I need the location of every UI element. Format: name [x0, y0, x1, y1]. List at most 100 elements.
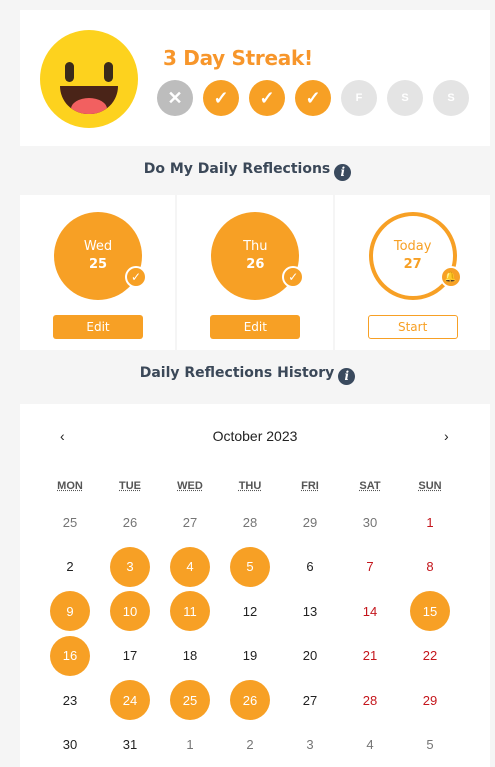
calendar-day-number: 20	[302, 648, 318, 664]
calendar-day[interactable]: 4	[340, 723, 400, 767]
calendar-day[interactable]: 16	[40, 634, 100, 679]
calendar-day[interactable]: 3	[100, 545, 160, 590]
calendar-day[interactable]: 1	[400, 500, 460, 545]
calendar-day[interactable]: 28	[220, 500, 280, 545]
smiley-face-icon	[40, 30, 138, 128]
reflection-day-name: Wed	[83, 239, 113, 254]
calendar-day[interactable]: 27	[160, 500, 220, 545]
calendar-day[interactable]: 13	[280, 589, 340, 634]
calendar-day-number: 9	[50, 591, 90, 632]
weekday-label: SUN	[418, 480, 442, 492]
calendar-day-number: 22	[422, 648, 438, 664]
edit-button[interactable]: Edit	[53, 315, 143, 339]
streak-title: 3 Day Streak!	[163, 46, 313, 70]
calendar-day[interactable]: 4	[160, 545, 220, 590]
calendar-day[interactable]: 30	[40, 723, 100, 767]
daily-reflections-title: Do My Daily Reflections	[143, 161, 331, 177]
calendar-day[interactable]: 3	[280, 723, 340, 767]
daily-reflections-row: Wed 25 ✓ Edit Thu 26 ✓ Edit Today 27 🔔 S…	[20, 195, 490, 350]
edit-button[interactable]: Edit	[210, 315, 301, 339]
calendar-day-number: 26	[230, 680, 270, 721]
calendar-day-number: 30	[62, 737, 78, 753]
bell-icon: 🔔	[439, 266, 462, 288]
calendar-day[interactable]: 23	[40, 678, 100, 723]
reflection-card-today: Today 27 🔔 Start	[334, 195, 490, 350]
reflection-day-circle[interactable]: Today 27	[368, 212, 457, 300]
reflection-day-name: Today	[393, 239, 432, 254]
streak-card: 3 Day Streak! ✕ ✓ ✓ ✓ F S S	[20, 10, 490, 146]
calendar-day[interactable]: 30	[340, 500, 400, 545]
next-month-button[interactable]: ›	[444, 428, 449, 444]
calendar-day[interactable]: 19	[220, 634, 280, 679]
calendar-day-number: 4	[170, 546, 210, 587]
calendar-day-number: 24	[110, 680, 150, 721]
calendar-day[interactable]: 29	[400, 678, 460, 723]
calendar-day-number: 27	[182, 514, 198, 530]
streak-day-done-check-icon: ✓	[203, 80, 239, 116]
calendar-day[interactable]: 18	[160, 634, 220, 679]
calendar-day[interactable]: 22	[400, 634, 460, 679]
daily-reflections-heading: Do My Daily Reflections i	[0, 161, 495, 181]
calendar-day-number: 16	[50, 635, 90, 676]
calendar-day[interactable]: 26	[100, 500, 160, 545]
reflection-card-thu: Thu 26 ✓ Edit	[177, 195, 333, 350]
calendar-day[interactable]: 27	[280, 678, 340, 723]
streak-day-done-check-icon: ✓	[249, 80, 285, 116]
calendar-day[interactable]: 17	[100, 634, 160, 679]
calendar-day-number: 2	[66, 559, 74, 575]
calendar-day[interactable]: 10	[100, 589, 160, 634]
streak-day-future: S	[433, 80, 469, 116]
calendar-day-number: 18	[182, 648, 198, 664]
calendar-day[interactable]: 1	[160, 723, 220, 767]
calendar-day[interactable]: 25	[40, 500, 100, 545]
weekday-label: WED	[177, 480, 203, 492]
calendar-day[interactable]: 25	[160, 678, 220, 723]
info-icon[interactable]: i	[338, 367, 356, 385]
calendar-month-label: October 2023	[212, 428, 298, 444]
calendar-day[interactable]: 9	[40, 589, 100, 634]
calendar-day[interactable]: 28	[340, 678, 400, 723]
history-title: Daily Reflections History	[139, 365, 335, 381]
start-button[interactable]: Start	[367, 315, 458, 339]
calendar-day-number: 19	[242, 648, 258, 664]
calendar-day-number: 31	[122, 737, 138, 753]
calendar-day[interactable]: 24	[100, 678, 160, 723]
calendar-day[interactable]: 5	[220, 545, 280, 590]
calendar-day[interactable]: 11	[160, 589, 220, 634]
weekday-label: FRI	[301, 480, 319, 492]
calendar: ‹ October 2023 › MON TUE WED THU FRI SAT SUN 2…	[20, 404, 490, 767]
calendar-day-number: 5	[230, 546, 270, 587]
reflection-day-circle[interactable]: Thu 26	[211, 212, 300, 300]
calendar-day[interactable]: 6	[280, 545, 340, 590]
calendar-day[interactable]: 15	[400, 589, 460, 634]
calendar-day-number: 17	[122, 648, 138, 664]
history-heading: Daily Reflections History i	[0, 365, 495, 385]
calendar-day[interactable]: 26	[220, 678, 280, 723]
calendar-day[interactable]: 5	[400, 723, 460, 767]
calendar-day-number: 13	[302, 603, 318, 619]
check-icon: ✓	[125, 266, 147, 288]
calendar-day-number: 4	[366, 737, 374, 753]
streak-day-future: S	[387, 80, 423, 116]
streak-day-missed-x-icon: ✕	[157, 80, 193, 116]
calendar-day[interactable]: 20	[280, 634, 340, 679]
calendar-day[interactable]: 14	[340, 589, 400, 634]
info-icon[interactable]: i	[334, 163, 352, 181]
calendar-day[interactable]: 7	[340, 545, 400, 590]
calendar-day[interactable]: 31	[100, 723, 160, 767]
calendar-day-number: 29	[422, 692, 438, 708]
calendar-day-number: 27	[302, 692, 318, 708]
reflection-day-date: 27	[403, 257, 422, 272]
calendar-day[interactable]: 2	[40, 545, 100, 590]
calendar-day-number: 1	[186, 737, 194, 753]
calendar-day[interactable]: 29	[280, 500, 340, 545]
calendar-day[interactable]: 12	[220, 589, 280, 634]
calendar-day[interactable]: 8	[400, 545, 460, 590]
reflection-card-wed: Wed 25 ✓ Edit	[20, 195, 176, 350]
check-icon: ✓	[282, 266, 305, 288]
calendar-day-number: 1	[426, 514, 434, 530]
calendar-day[interactable]: 2	[220, 723, 280, 767]
calendar-day-number: 6	[306, 559, 314, 575]
reflection-day-circle[interactable]: Wed 25	[54, 212, 142, 300]
calendar-day[interactable]: 21	[340, 634, 400, 679]
